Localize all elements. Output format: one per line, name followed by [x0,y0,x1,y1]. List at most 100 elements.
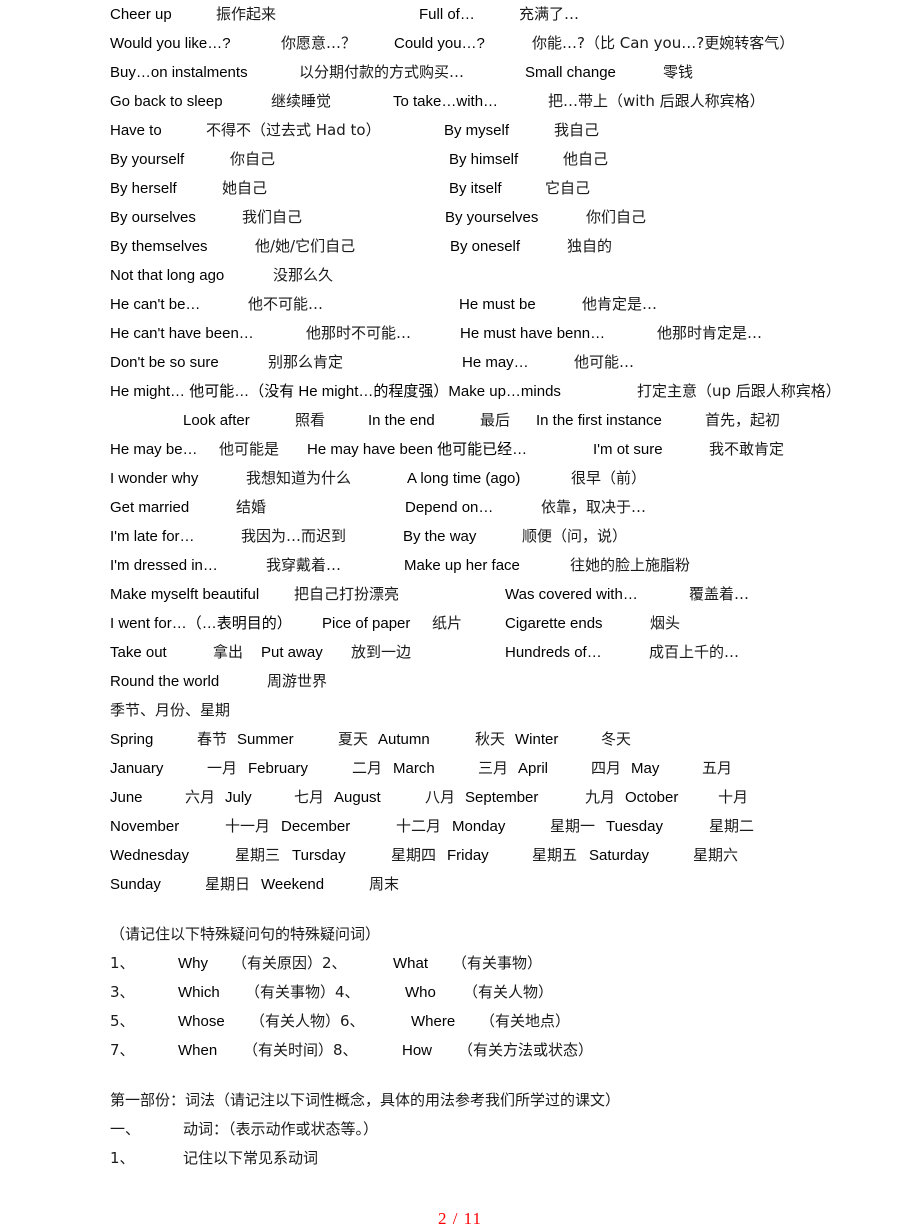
english-phrase: September [465,789,539,806]
text-line: I'm dressed in… 我穿戴着… Make up her face 往她的脸… [0,551,920,580]
english-phrase: By herself [110,180,177,197]
english-phrase: He can't have been… [110,325,254,342]
text-line: （请记住以下特殊疑问句的特殊疑问词） [0,920,920,949]
chinese-translation: 星期一 [550,817,596,835]
chinese-translation: 我自己 [554,121,600,139]
chinese-translation: 他/她/它们自己 [255,237,356,255]
english-phrase: In the first instance [536,412,662,429]
text-line: Take out 拿出 Put away 放到一边 Hundreds of… 成百上千的… [0,638,920,667]
chinese-translation: 不得不（过去式 Had to） [206,121,381,139]
english-phrase: He may have been 他可能已经… [307,441,528,458]
english-phrase: I went for…（…表明目的） [110,615,292,632]
english-phrase: He might… 他可能…（没有 He might…的程度强）Make up…… [110,383,561,400]
text-line: Have to 不得不（过去式 Had to） By myself 我自己 [0,116,920,145]
chinese-translation: 成百上千的… [649,643,740,661]
chinese-translation: 充满了… [519,5,580,23]
chinese-translation: 动词：（表示动作或状态等。） [183,1120,379,1138]
chinese-translation: （有关时间）8、 [243,1041,358,1059]
chinese-translation: 结婚 [236,498,267,516]
chinese-translation: 他自己 [563,150,609,168]
chinese-translation: 十月 [718,788,749,806]
chinese-translation: （有关地点） [480,1012,571,1030]
english-phrase: Take out [110,644,167,661]
text-line: 第一部份：词法（请记注以下词性概念，具体的用法参考我们所学过的课文） [0,1086,920,1115]
english-phrase: Hundreds of… [505,644,602,661]
english-phrase: By yourself [110,151,185,168]
english-phrase: By himself [449,151,519,168]
page-number-indicator: 2 / 11 [437,1209,483,1228]
chinese-translation: 3、 [110,983,135,1001]
english-phrase: Full of… [419,6,475,23]
english-phrase: Round the world [110,673,220,690]
text-line: Wednesday 星期三 Tursday 星期四 Friday 星期五 Saturday 星… [0,841,920,870]
text-line: He can't have been… 他那时不可能… He must have b… [0,319,920,348]
text-line: He might… 他可能…（没有 He might…的程度强）Make up…… [0,377,920,406]
chinese-translation: 四月 [591,759,622,777]
chinese-translation: 九月 [585,788,616,806]
english-phrase: Sunday [110,876,161,893]
chinese-translation: 六月 [185,788,216,806]
chinese-translation: 他那时肯定是… [657,324,763,342]
chinese-translation: 放到一边 [351,643,412,661]
english-phrase: He must be [459,296,536,313]
english-phrase: Tursday [292,847,346,864]
chinese-translation: 你能…?（比 Can you…?更婉转客气） [532,34,795,52]
english-phrase: He can't be… [110,296,201,313]
english-phrase: Depend on… [405,499,494,516]
english-phrase: Have to [110,122,162,139]
english-phrase: Would you like…? [110,35,231,52]
text-line: He can't be… 他不可能… He must be 他肯定是… [0,290,920,319]
english-phrase: He may be… [110,441,198,458]
english-phrase: Weekend [261,876,325,893]
chinese-translation: 5、 [110,1012,135,1030]
english-phrase: He must have benn… [460,325,606,342]
english-phrase: Saturday [589,847,650,864]
text-line: Get married 结婚 Depend on… 依靠，取决于… [0,493,920,522]
chinese-translation: 记住以下常见系动词 [183,1149,319,1167]
english-phrase: Spring [110,731,154,748]
text-line: Make myselft beautiful 把自己打扮漂亮 Was covered… [0,580,920,609]
text-line: By yourself 你自己 By himself 他自己 [0,145,920,174]
english-phrase: He may… [462,354,529,371]
chinese-translation: 首先，起初 [705,411,781,429]
chinese-translation: 没那么久 [273,266,334,284]
english-phrase: I'm late for… [110,528,195,545]
chinese-translation: 振作起来 [216,5,277,23]
chinese-translation: 依靠，取决于… [541,498,647,516]
chinese-translation: （有关事物）4、 [245,983,360,1001]
chinese-translation: 十二月 [396,817,442,835]
chinese-translation: 照看 [295,411,326,429]
chinese-translation: 八月 [425,788,456,806]
chinese-translation: 打定主意（up 后跟人称宾格） [637,382,841,400]
english-phrase: By oneself [450,238,521,255]
english-phrase: I'm dressed in… [110,557,218,574]
english-phrase: Pice of paper [322,615,411,632]
chinese-translation: 往她的脸上施脂粉 [570,556,691,574]
chinese-translation: 你自己 [230,150,276,168]
chinese-translation: （有关人物） [463,983,554,1001]
text-line: Go back to sleep 继续睡觉 To take…with… 把…带上（wi… [0,87,920,116]
text-line: Cheer up 振作起来 Full of… 充满了… [0,0,920,29]
chinese-translation: 一、 [110,1120,141,1138]
chinese-translation: 1、 [110,1149,135,1167]
chinese-translation: 他肯定是… [582,295,658,313]
text-line: 1、 记住以下常见系动词 [0,1144,920,1173]
chinese-translation: 纸片 [432,614,463,632]
text-line: Buy…on instalments 以分期付款的方式购买… Small chang… [0,58,920,87]
chinese-translation: 第一部份：词法（请记注以下词性概念，具体的用法参考我们所学过的课文） [110,1091,621,1109]
chinese-translation: 它自己 [545,179,591,197]
english-phrase: Go back to sleep [110,93,223,110]
chinese-translation: （有关方法或状态） [458,1041,594,1059]
english-phrase: Look after [183,412,250,429]
chinese-translation: 冬天 [601,730,632,748]
chinese-translation: 星期三 [235,846,281,864]
english-phrase: Autumn [378,731,430,748]
english-phrase: August [334,789,381,806]
chinese-translation: 二月 [352,759,383,777]
chinese-translation: 把自己打扮漂亮 [294,585,400,603]
english-phrase: Cigarette ends [505,615,603,632]
english-phrase: In the end [368,412,435,429]
english-phrase: November [110,818,180,835]
english-phrase: July [225,789,252,806]
chinese-translation: 你愿意…？ [281,34,357,52]
